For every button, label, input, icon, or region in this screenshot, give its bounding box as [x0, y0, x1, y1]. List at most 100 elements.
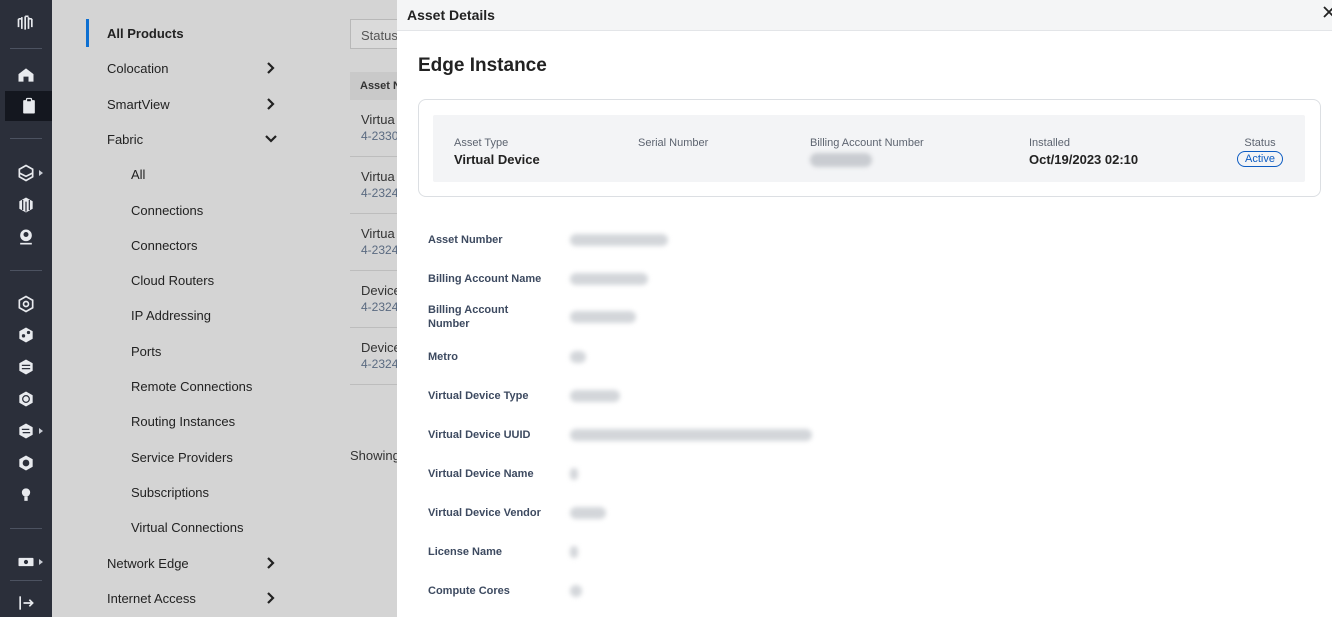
field-value-redacted [570, 546, 578, 558]
nav-item-label: All [131, 166, 146, 182]
row-number[interactable]: 4-2324 [361, 243, 397, 257]
nav-item-internet-access[interactable]: Internet Access [52, 583, 297, 613]
table-row[interactable]: Device 4-2324 [350, 328, 397, 385]
row-name: Virtua [361, 169, 395, 184]
nav-item-ip-addressing[interactable]: IP Addressing [52, 300, 297, 330]
column-header-asset-number[interactable]: Asset N [350, 72, 397, 100]
logo-icon[interactable] [0, 8, 52, 38]
installed-summary: Installed Oct/19/2023 02:10 [1029, 137, 1138, 167]
nav-item-label: Connectors [131, 237, 198, 253]
icon-rail [0, 0, 52, 617]
row-name: Device [361, 340, 397, 355]
billing-account-label: Billing Account Number [810, 137, 924, 149]
row-number[interactable]: 4-2324 [361, 357, 397, 371]
field-asset-number: Asset Number [428, 233, 1308, 263]
field-billing-account-number: Billing Account Number [428, 303, 1308, 333]
layers-icon[interactable] [0, 352, 52, 382]
row-number[interactable]: 4-2324 [361, 186, 397, 200]
row-number[interactable]: 4-2330 [361, 129, 397, 143]
field-value-redacted [570, 273, 648, 285]
field-label: Asset Number [428, 234, 503, 246]
nav-item-label: All Products [107, 25, 184, 41]
table-row[interactable]: Virtua 4-2324 [350, 157, 397, 214]
cube-icon[interactable] [0, 190, 52, 220]
table-row[interactable]: Virtua 4-2324 [350, 214, 397, 271]
nav-item-cloud-routers[interactable]: Cloud Routers [52, 265, 297, 295]
swap-icon[interactable] [0, 416, 52, 446]
asset-details-panel: Asset Details Edge Instance Asset Type V… [397, 0, 1332, 617]
nav-item-label: Remote Connections [131, 378, 253, 394]
nav-item-connectors[interactable]: Connectors [52, 230, 297, 260]
lightbulb-icon[interactable] [0, 480, 52, 510]
field-label: Billing Account Name [428, 273, 542, 285]
row-name: Virtua [361, 112, 395, 127]
clipboard-icon[interactable] [5, 91, 52, 121]
nav-item-label: Subscriptions [131, 484, 210, 500]
serial-number-label: Serial Number [638, 137, 709, 149]
field-virtual-device-vendor: Virtual Device Vendor [428, 506, 1308, 536]
nav-item-network-edge[interactable]: Network Edge [52, 548, 297, 578]
nav-item-virtual-connections[interactable]: Virtual Connections [52, 512, 297, 542]
chevron-down-icon[interactable] [264, 132, 278, 146]
chevron-right-icon[interactable] [264, 556, 278, 570]
nav-item-smartview[interactable]: SmartView [52, 89, 297, 119]
asset-type-label: Asset Type [454, 137, 509, 149]
status-filter[interactable]: Status [350, 19, 397, 49]
gear-person-icon[interactable] [0, 222, 52, 252]
field-virtual-device-type: Virtual Device Type [428, 389, 1308, 419]
nav-item-colocation[interactable]: Colocation [52, 53, 297, 83]
field-label: License Name [428, 546, 502, 558]
summary-strip: Asset Type Virtual Device Serial Number … [433, 115, 1305, 182]
nav-item-routing-instances[interactable]: Routing Instances [52, 406, 297, 436]
installed-value: Oct/19/2023 02:10 [1029, 152, 1139, 167]
logout-icon[interactable] [0, 588, 52, 617]
page-title: Edge Instance [418, 55, 547, 76]
nav-item-connections[interactable]: Connections [52, 195, 297, 225]
field-virtual-device-name: Virtual Device Name [428, 467, 1308, 497]
billing-account-redacted [810, 153, 872, 167]
chevron-right-icon[interactable] [264, 591, 278, 605]
field-label: Virtual Device Type [428, 390, 529, 402]
nav-item-label: Ports [131, 343, 162, 359]
nav-item-label: SmartView [107, 96, 170, 112]
field-value-redacted [570, 390, 620, 402]
asset-type-summary: Asset Type Virtual Device [454, 137, 540, 167]
field-virtual-device-uuid: Virtual Device UUID [428, 428, 1308, 458]
asset-list-background: Status Asset N Virtua 4-2330 Virtua 4-23… [297, 0, 397, 617]
close-icon[interactable] [1322, 5, 1332, 19]
chevron-right-icon[interactable] [264, 97, 278, 111]
field-billing-account-name: Billing Account Name [428, 272, 1308, 302]
status-badge: Active [1237, 151, 1283, 167]
nav-item-service-providers[interactable]: Service Providers [52, 442, 297, 472]
field-label: Virtual Device Name [428, 468, 534, 480]
globe-icon[interactable] [0, 384, 52, 414]
nav-item-ports[interactable]: Ports [52, 336, 297, 366]
panel-header: Asset Details [397, 0, 1332, 31]
stack-icon[interactable] [0, 158, 52, 188]
nav-item-all[interactable]: All [52, 159, 297, 189]
field-metro: Metro [428, 350, 1308, 380]
field-label: Billing Account Number [428, 304, 509, 330]
chevron-right-icon[interactable] [264, 61, 278, 75]
asset-type-value: Virtual Device [454, 152, 540, 167]
nav-item-fabric[interactable]: Fabric [52, 124, 297, 154]
money-icon[interactable] [0, 547, 52, 577]
nav-item-remote-connections[interactable]: Remote Connections [52, 371, 297, 401]
panel-title: Asset Details [407, 7, 495, 23]
home-icon[interactable] [0, 60, 52, 90]
nav-item-subscriptions[interactable]: Subscriptions [52, 477, 297, 507]
clock-icon[interactable] [0, 448, 52, 478]
nav-item-label: IP Addressing [131, 307, 211, 323]
table-row[interactable]: Virtua 4-2330 [350, 100, 397, 157]
network-icon[interactable] [0, 289, 52, 319]
field-label: Virtual Device Vendor [428, 507, 541, 519]
field-value-redacted [570, 429, 812, 441]
table-row[interactable]: Device 4-2324 [350, 271, 397, 328]
row-number[interactable]: 4-2324 [361, 300, 397, 314]
share-icon[interactable] [0, 320, 52, 350]
status-summary: Status Active [1237, 137, 1283, 167]
billing-account-summary: Billing Account Number [810, 137, 924, 167]
field-label: Metro [428, 351, 458, 363]
nav-item-label: Fabric [107, 131, 144, 147]
nav-item-all-products[interactable]: All Products [52, 18, 297, 48]
